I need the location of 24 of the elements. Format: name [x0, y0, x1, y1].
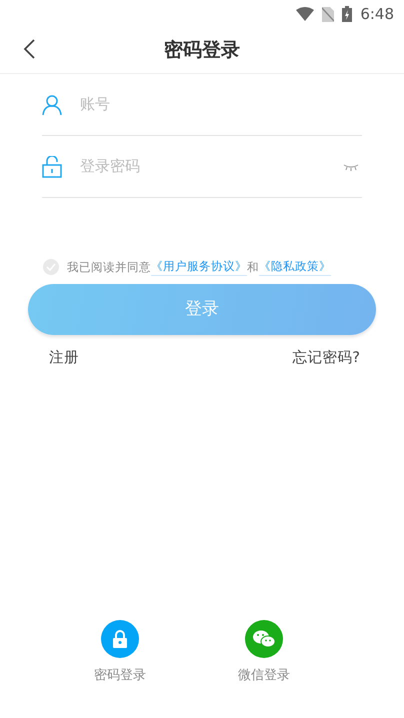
battery-icon: [342, 6, 352, 22]
back-icon: [22, 38, 36, 60]
forgot-password-link[interactable]: 忘记密码?: [292, 348, 360, 370]
register-link[interactable]: 注册: [49, 348, 79, 370]
no-sim-icon: [322, 6, 334, 22]
wifi-icon: [296, 7, 314, 21]
agreement-text: 我已阅读并同意: [67, 258, 151, 276]
login-option-label: 密码登录: [94, 667, 146, 685]
page-title: 密码登录: [164, 38, 240, 64]
wechat-button[interactable]: [245, 620, 283, 658]
user-agreement-link[interactable]: 《用户服务协议》: [151, 258, 247, 276]
lock-button[interactable]: [101, 620, 139, 658]
lock-icon: [42, 156, 62, 178]
login-option-label: 微信登录: [238, 667, 290, 685]
clock-text: 6:48: [360, 4, 394, 25]
lock-icon: [112, 630, 128, 648]
input-field[interactable]: 账号: [78, 92, 362, 117]
login-button[interactable]: 登录: [28, 284, 376, 336]
user-icon: [42, 94, 62, 114]
chat-bubbles-icon: [252, 629, 276, 649]
input-field[interactable]: 登录密码: [78, 154, 327, 179]
agreement-text: 和: [247, 258, 259, 276]
privacy-policy-link[interactable]: 《隐私政策》: [259, 258, 331, 276]
closed-eye-icon[interactable]: [343, 162, 359, 170]
